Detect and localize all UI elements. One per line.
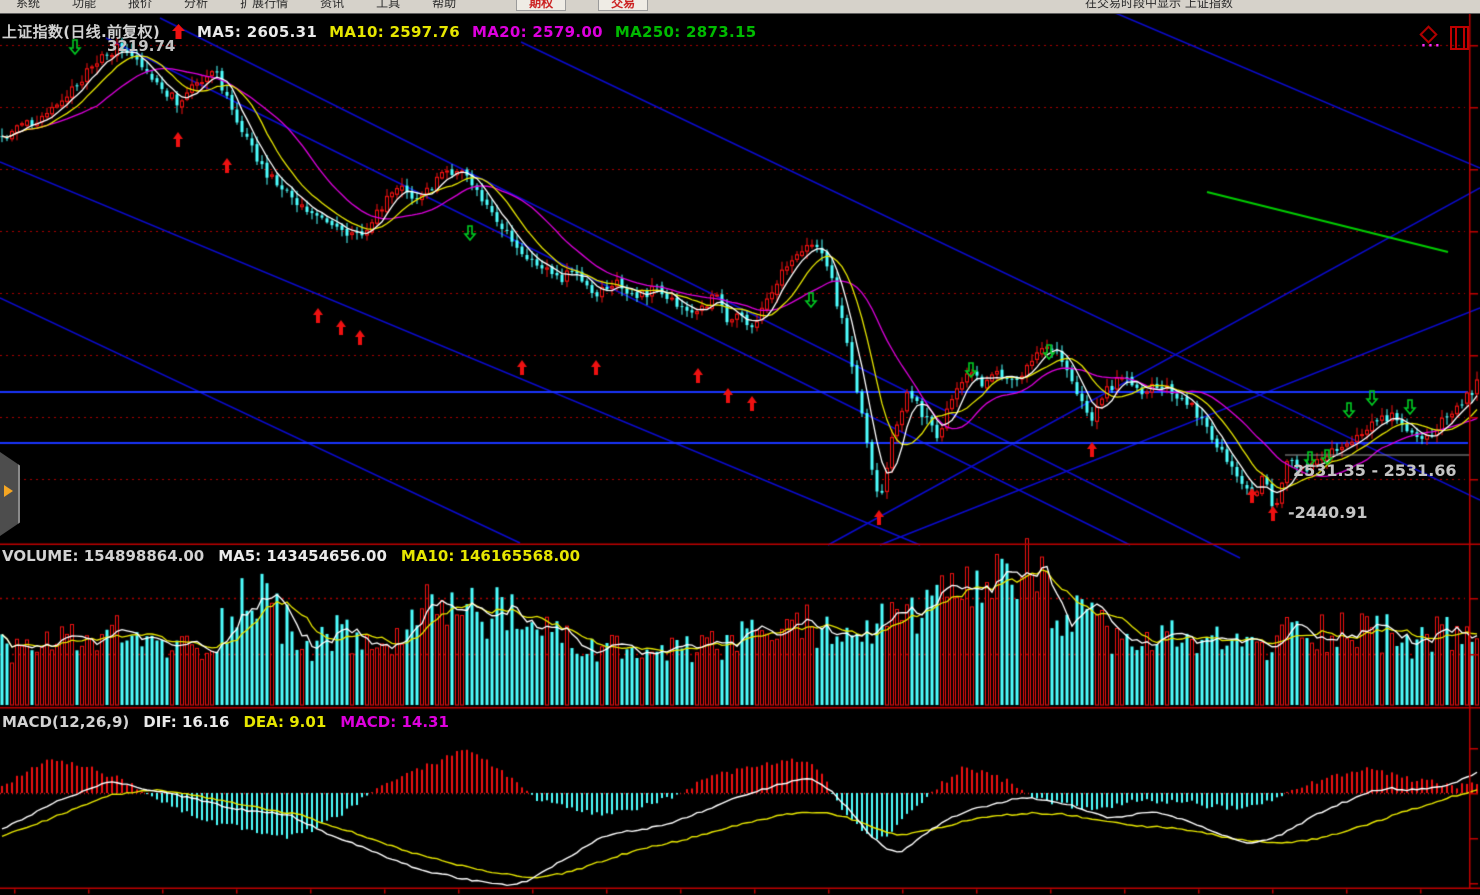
menu-item-news[interactable]: 资讯 bbox=[320, 0, 344, 10]
menu-item-tools[interactable]: 工具 bbox=[376, 0, 400, 10]
menu-item-function[interactable]: 功能 bbox=[72, 0, 96, 10]
menu-item-analysis[interactable]: 分析 bbox=[184, 0, 208, 10]
menu-row: 系统 功能 报价 分析 扩展行情 资讯 工具 帮助 期权 交易 bbox=[0, 0, 1480, 11]
menu-item-system[interactable]: 系统 bbox=[16, 0, 40, 10]
trade-button[interactable]: 交易 bbox=[598, 0, 648, 11]
volume-ma5-value: MA5: 143454656.00 bbox=[218, 547, 387, 565]
dea-value: DEA: 9.01 bbox=[243, 713, 326, 731]
ma10-value: MA10: 2597.76 bbox=[329, 23, 460, 41]
ma250-value: MA250: 2873.15 bbox=[615, 23, 757, 41]
split-window-icon[interactable] bbox=[1450, 26, 1469, 50]
options-button[interactable]: 期权 bbox=[516, 0, 566, 11]
volume-value: VOLUME: 154898864.00 bbox=[2, 547, 204, 565]
menubar-status-text: 在交易时段中显示 上证指数 bbox=[1085, 0, 1233, 10]
ma20-value: MA20: 2579.00 bbox=[472, 23, 603, 41]
volume-title-bar: VOLUME: 154898864.00 MA5: 143454656.00 M… bbox=[2, 547, 580, 565]
macd-title-bar: MACD(12,26,9) DIF: 16.16 DEA: 9.01 MACD:… bbox=[2, 713, 449, 731]
ma5-value: MA5: 2605.31 bbox=[197, 23, 317, 41]
chart-corner-icons: ··· bbox=[1420, 26, 1472, 52]
range-price-label: 2531.35 - 2531.66 bbox=[1293, 461, 1457, 480]
macd-value: MACD: 14.31 bbox=[340, 713, 449, 731]
menu-item-help[interactable]: 帮助 bbox=[432, 0, 456, 10]
menu-item-extended[interactable]: 扩展行情 bbox=[240, 0, 288, 10]
more-dots-icon[interactable]: ··· bbox=[1421, 39, 1442, 54]
peak-price-label: 3219.74 bbox=[107, 37, 175, 55]
menu-item-quotes[interactable]: 报价 bbox=[128, 0, 152, 10]
stock-chart-canvas[interactable] bbox=[0, 0, 1480, 895]
macd-params-label: MACD(12,26,9) bbox=[2, 713, 129, 731]
dif-value: DIF: 16.16 bbox=[143, 713, 229, 731]
menubar: 系统 功能 报价 分析 扩展行情 资讯 工具 帮助 期权 交易 在交易时段中显示… bbox=[0, 0, 1480, 14]
volume-ma10-value: MA10: 146165568.00 bbox=[401, 547, 580, 565]
low-price-label: -2440.91 bbox=[1288, 503, 1368, 522]
sidebar-expand-handle[interactable] bbox=[0, 452, 20, 536]
expand-arrow-icon bbox=[4, 485, 13, 497]
